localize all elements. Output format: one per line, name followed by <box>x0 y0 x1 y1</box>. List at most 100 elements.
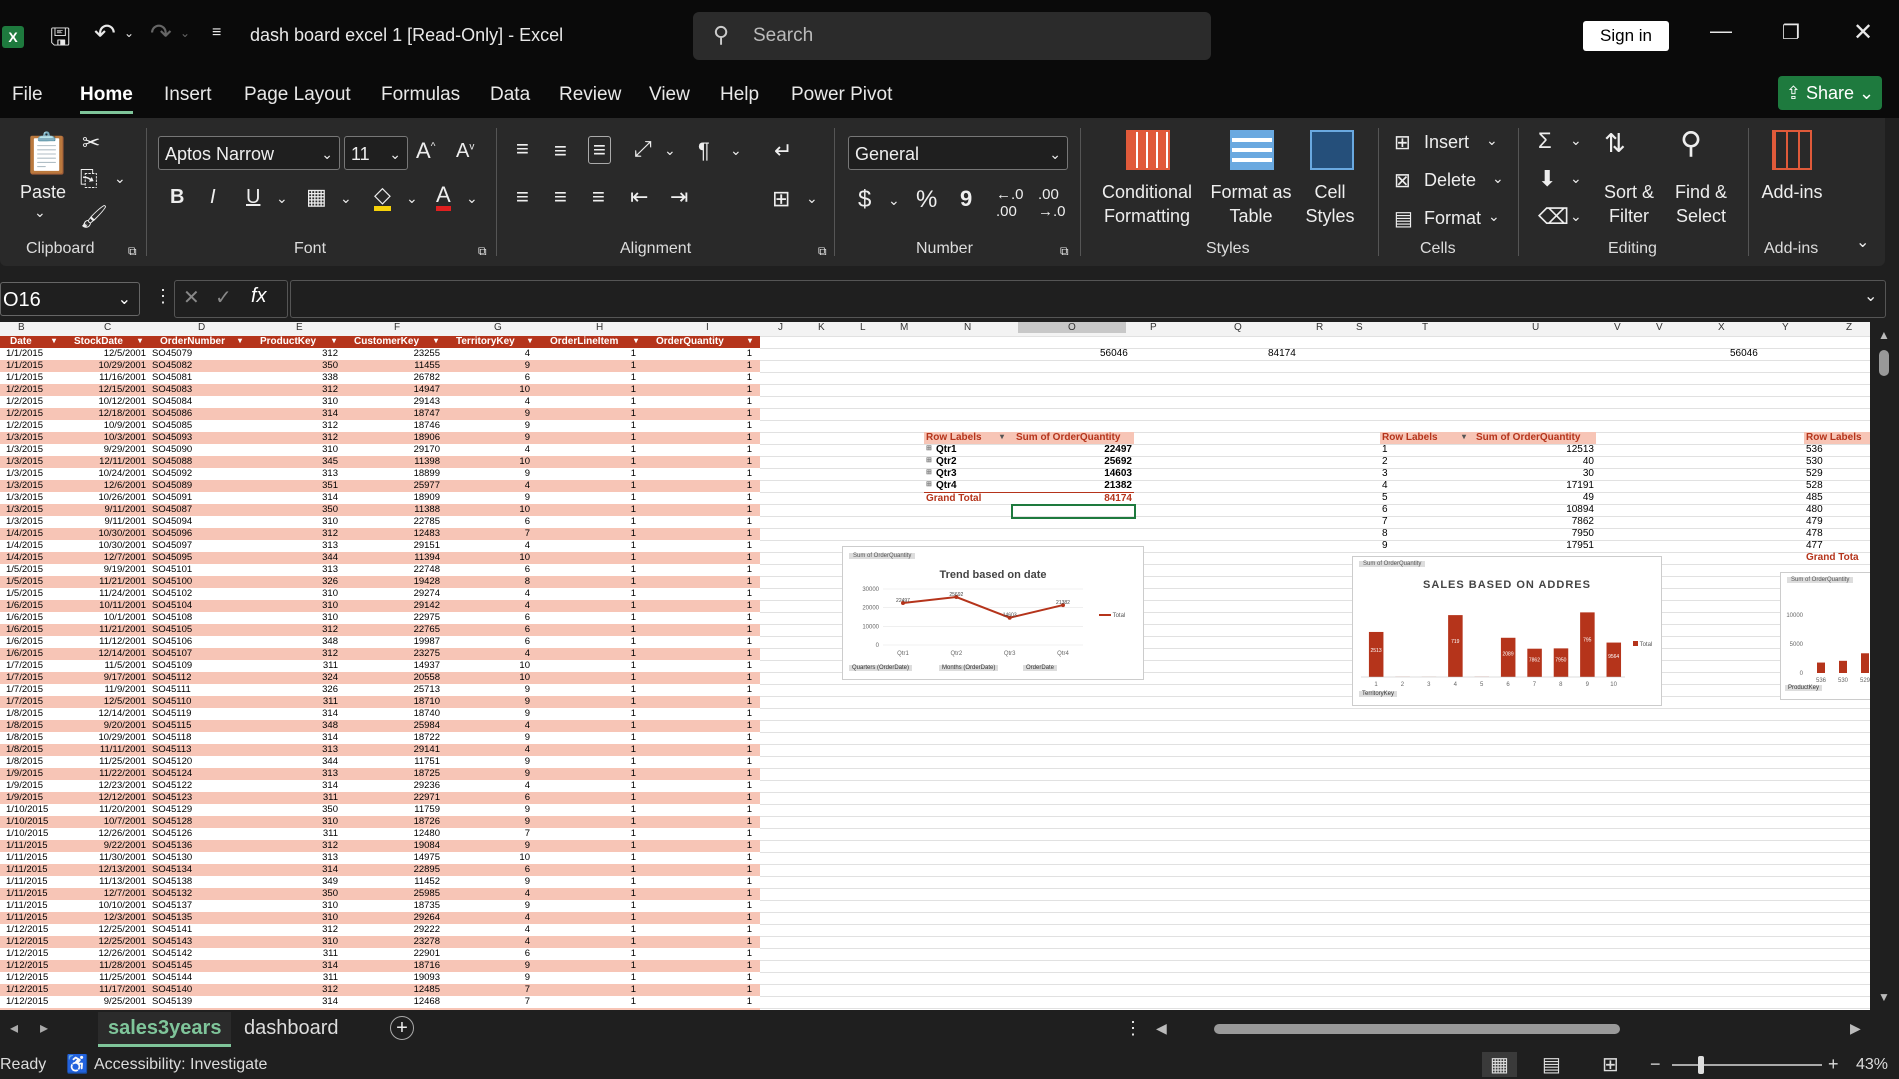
page-layout-view-icon[interactable]: ▤ <box>1542 1052 1561 1077</box>
sheet-tab-dashboard[interactable]: dashboard <box>234 1012 349 1044</box>
table-cell[interactable]: 1 <box>692 600 752 611</box>
table-cell[interactable]: 1 <box>692 504 752 515</box>
table-cell[interactable]: 29143 <box>380 396 440 407</box>
table-cell[interactable]: 1 <box>692 960 752 971</box>
align-bottom-icon[interactable]: ≡ <box>588 136 611 164</box>
borders-icon[interactable]: ▦ <box>306 184 327 210</box>
table-cell[interactable]: 1 <box>576 396 636 407</box>
table-cell[interactable]: 311 <box>278 792 338 803</box>
table-cell[interactable]: 1 <box>692 900 752 911</box>
address-bar-chart[interactable]: Sum of OrderQuantity SALES BASED ON ADDR… <box>1352 556 1662 706</box>
table-cell[interactable]: 313 <box>278 852 338 863</box>
table-cell[interactable]: 314 <box>278 780 338 791</box>
insert-dropdown-icon[interactable]: ⌄ <box>1486 132 1498 149</box>
table-cell[interactable]: 11398 <box>380 456 440 467</box>
table-cell[interactable]: 22785 <box>380 516 440 527</box>
table-cell[interactable]: 12/15/2001 <box>86 384 146 395</box>
table-cell[interactable]: 1 <box>576 780 636 791</box>
table-cell[interactable]: 1 <box>692 468 752 479</box>
table-cell[interactable]: 4 <box>470 600 530 611</box>
table-cell[interactable]: 1/4/2015 <box>6 552 43 563</box>
table-cell[interactable]: 10 <box>470 456 530 467</box>
table-cell[interactable]: 29236 <box>380 780 440 791</box>
table-cell[interactable]: 1 <box>576 372 636 383</box>
table-cell[interactable]: 1 <box>576 828 636 839</box>
table-cell[interactable]: 1 <box>576 996 636 1007</box>
table-cell[interactable]: SO45140 <box>152 984 192 995</box>
table-cell[interactable]: 1 <box>576 888 636 899</box>
more-options-icon[interactable]: ⋮ <box>1124 1018 1142 1039</box>
fill-color-icon[interactable]: ◇ <box>374 184 391 211</box>
autosum-icon[interactable]: Σ <box>1538 128 1552 154</box>
menu-page-layout[interactable]: Page Layout <box>244 84 351 106</box>
table-cell[interactable]: 1 <box>692 660 752 671</box>
zoom-slider[interactable] <box>1672 1064 1822 1066</box>
table-cell[interactable]: 11751 <box>380 756 440 767</box>
table-cell[interactable]: 12/23/2001 <box>86 780 146 791</box>
conditional-formatting-button[interactable]: Conditional Formatting <box>1090 180 1204 228</box>
chart-axis-button[interactable]: Quarters (OrderDate) <box>849 665 913 671</box>
table-cell[interactable]: SO45124 <box>152 768 192 779</box>
menu-formulas[interactable]: Formulas <box>381 84 460 106</box>
increase-decimal-icon[interactable]: ←.0.00 <box>996 186 1024 220</box>
format-as-table-icon[interactable] <box>1230 130 1274 170</box>
table-cell[interactable]: 4 <box>470 744 530 755</box>
table-cell[interactable]: 1 <box>576 960 636 971</box>
table-cell[interactable]: 14947 <box>380 384 440 395</box>
table-cell[interactable]: 1 <box>576 900 636 911</box>
table-cell[interactable]: SO45145 <box>152 960 192 971</box>
table-cell[interactable]: 9 <box>470 360 530 371</box>
font-color-dropdown-icon[interactable]: ⌄ <box>466 190 478 207</box>
table-cell[interactable]: 1 <box>576 408 636 419</box>
table-cell[interactable]: 29141 <box>380 744 440 755</box>
table-cell[interactable]: 1 <box>576 348 636 359</box>
align-middle-icon[interactable]: ≡ <box>554 138 567 164</box>
table-cell[interactable]: 1 <box>576 468 636 479</box>
italic-button[interactable]: I <box>210 186 216 209</box>
table-cell[interactable]: 29142 <box>380 600 440 611</box>
table-cell[interactable]: SO45139 <box>152 996 192 1007</box>
table-cell[interactable]: 12/14/2001 <box>86 648 146 659</box>
table-cell[interactable]: 338 <box>278 372 338 383</box>
table-cell[interactable]: 1 <box>692 444 752 455</box>
paste-icon[interactable]: 📋 <box>22 130 72 177</box>
scroll-right-icon[interactable]: ▶ <box>1850 1020 1861 1037</box>
table-cell[interactable]: 344 <box>278 552 338 563</box>
table-cell[interactable]: 1 <box>692 864 752 875</box>
font-color-icon[interactable]: A <box>436 184 451 211</box>
format-cells-button[interactable]: Format <box>1424 206 1481 230</box>
table-cell[interactable]: 1/8/2015 <box>6 720 43 731</box>
underline-dropdown-icon[interactable]: ⌄ <box>276 190 288 207</box>
table-cell[interactable]: SO45126 <box>152 828 192 839</box>
column-header[interactable]: Q <box>1234 322 1242 333</box>
table-cell[interactable]: 10/26/2001 <box>86 492 146 503</box>
filter-dropdown-icon[interactable]: ▾ <box>748 336 752 345</box>
table-cell[interactable]: SO45081 <box>152 372 192 383</box>
table-cell[interactable]: 11452 <box>380 876 440 887</box>
table-cell[interactable]: 4 <box>470 648 530 659</box>
table-cell[interactable]: 1/6/2015 <box>6 600 43 611</box>
zoom-level[interactable]: 43% <box>1856 1056 1888 1074</box>
table-cell[interactable]: SO45108 <box>152 612 192 623</box>
text-direction-icon[interactable]: ¶ <box>698 138 710 164</box>
table-cell[interactable]: SO45144 <box>152 972 192 983</box>
table-cell[interactable]: 1 <box>576 660 636 671</box>
table-cell[interactable]: 1 <box>692 756 752 767</box>
filter-dropdown-icon[interactable]: ▾ <box>238 336 242 345</box>
table-cell[interactable]: 1 <box>692 420 752 431</box>
table-cell[interactable]: 11/16/2001 <box>86 372 146 383</box>
table-cell[interactable]: 314 <box>278 732 338 743</box>
table-cell[interactable]: 12/12/2001 <box>86 792 146 803</box>
table-cell[interactable]: 1 <box>692 384 752 395</box>
format-as-table-button[interactable]: Format as Table <box>1206 180 1296 228</box>
table-cell[interactable]: 22975 <box>380 612 440 623</box>
table-cell[interactable]: 9 <box>470 732 530 743</box>
table-cell[interactable]: 9 <box>470 960 530 971</box>
table-cell[interactable]: 9 <box>470 972 530 983</box>
table-cell[interactable]: 1/5/2015 <box>6 588 43 599</box>
table-cell[interactable]: 18716 <box>380 960 440 971</box>
table-cell[interactable]: 12/25/2001 <box>86 936 146 947</box>
table-cell[interactable]: SO45107 <box>152 648 192 659</box>
table-cell[interactable]: 1/2/2015 <box>6 420 43 431</box>
column-header[interactable]: R <box>1316 322 1323 333</box>
